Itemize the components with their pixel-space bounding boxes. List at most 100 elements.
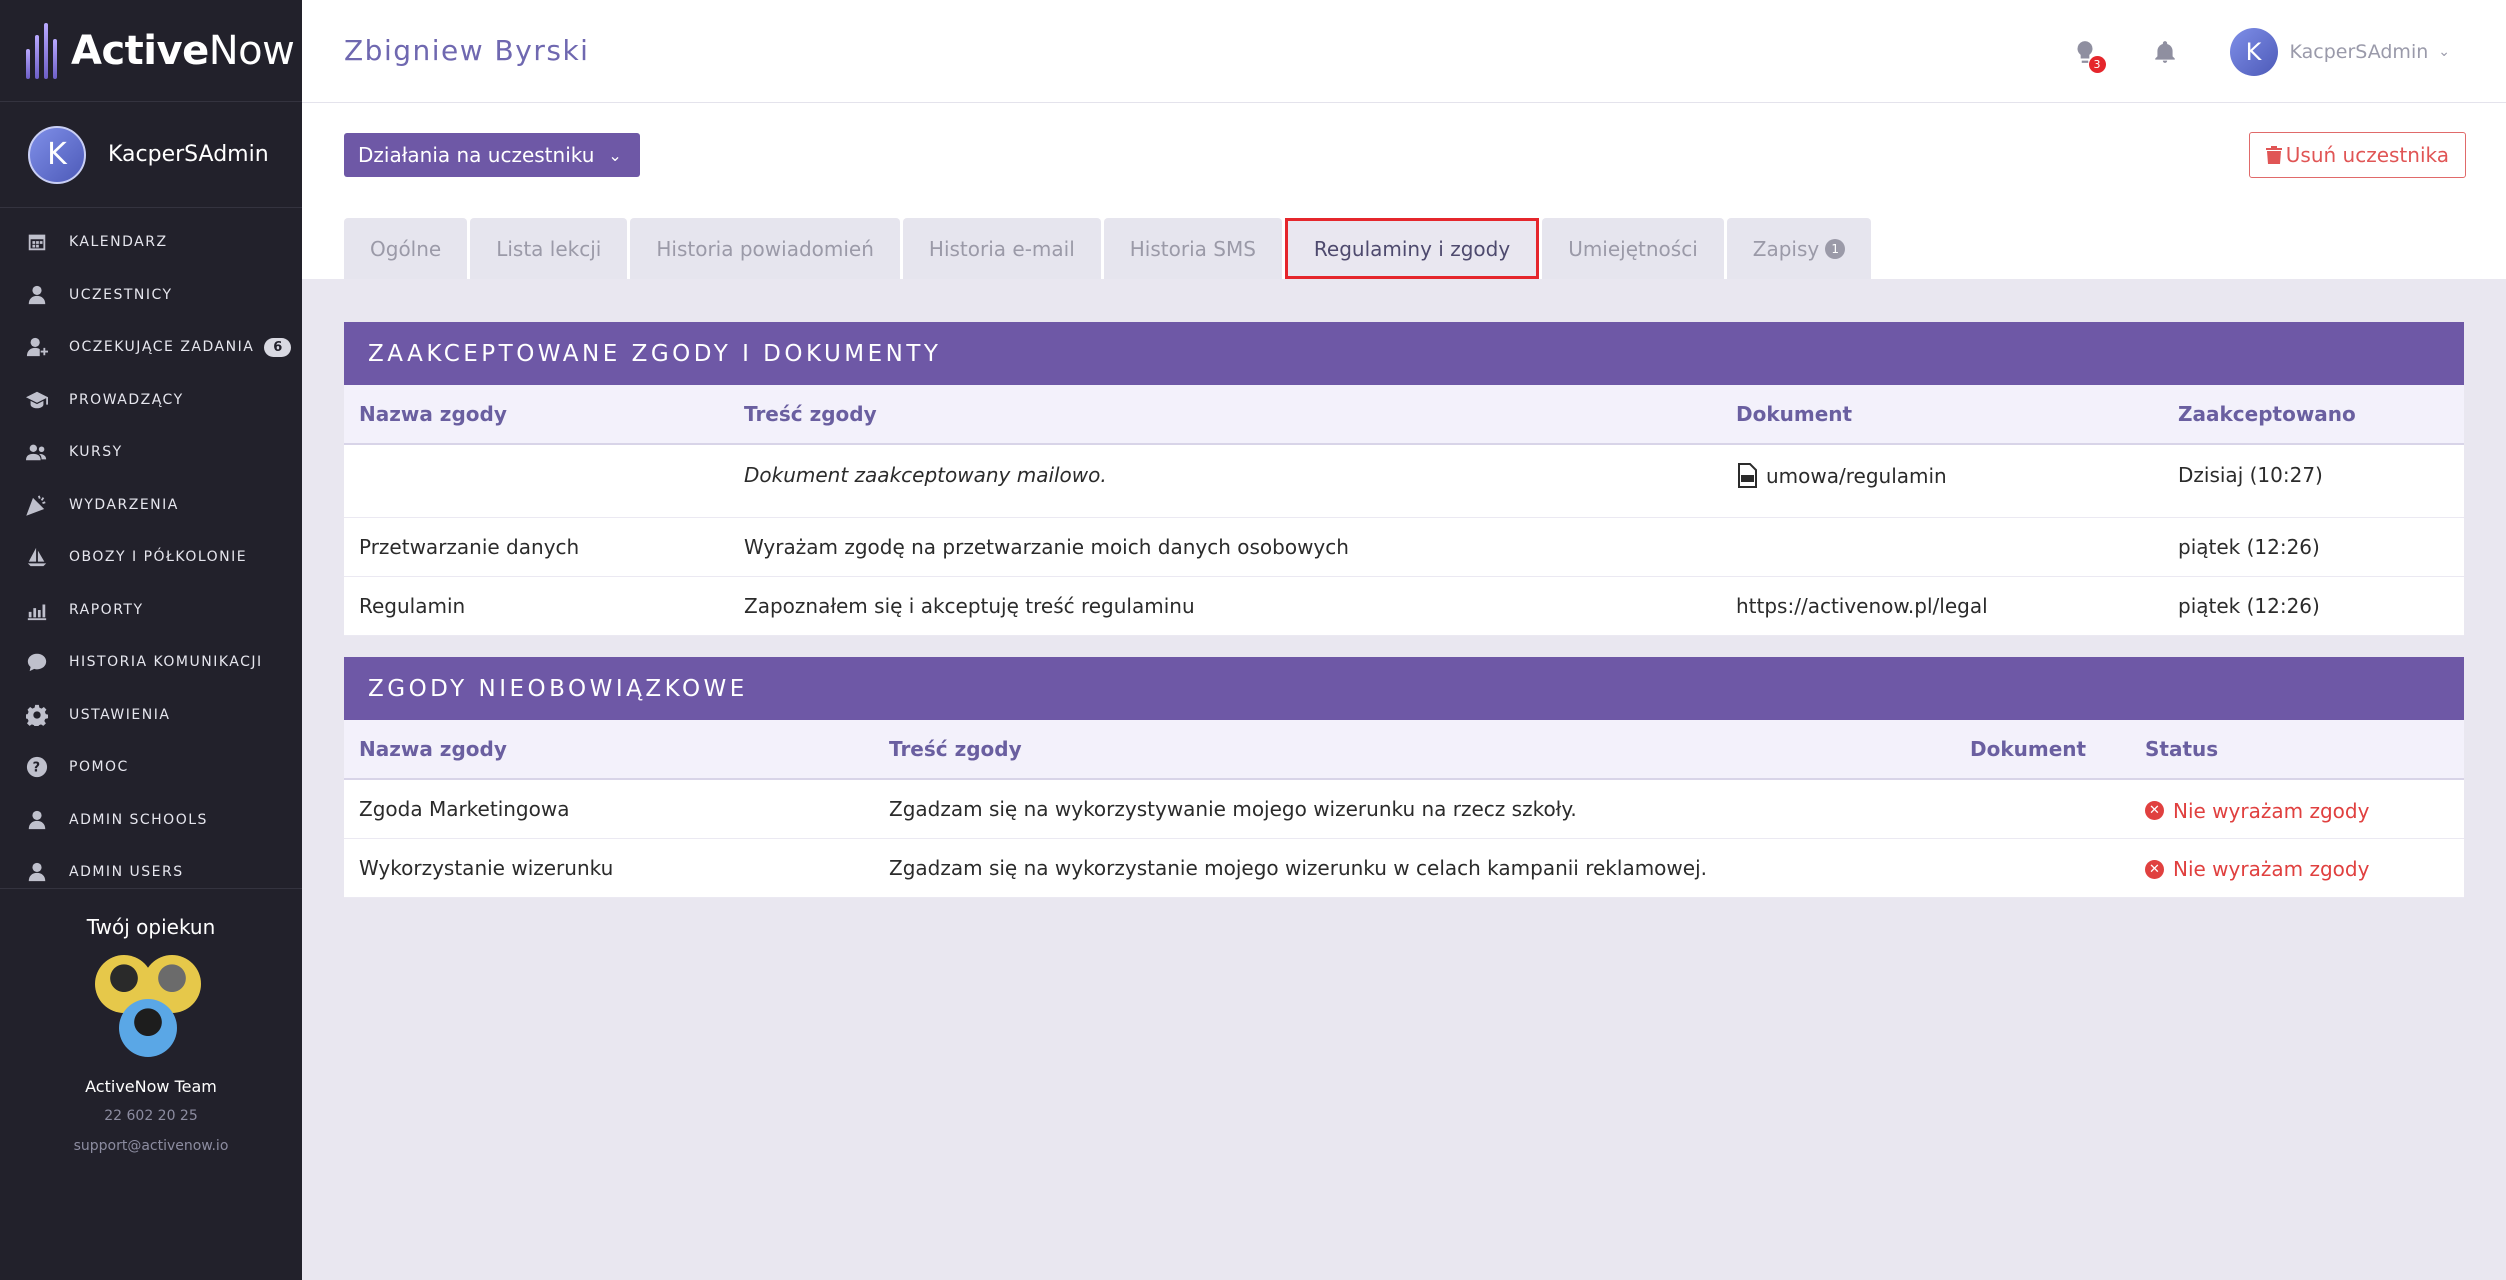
sidebar-item-label: Uczestnicy (69, 286, 173, 303)
consent-content: Dokument zaakceptowany mailowo. (729, 444, 1721, 518)
sidebar-item-label: Raporty (69, 601, 144, 618)
tab-ogolne[interactable]: Ogólne (344, 218, 468, 279)
trash-icon (2265, 146, 2282, 164)
sidebar-item-raporty[interactable]: Raporty (0, 584, 302, 637)
consent-name: Przetwarzanie danych (344, 517, 729, 577)
user-icon (26, 284, 48, 306)
topbar: Zbigniew Byrski 3 K KacperSAdmin ⌄ (302, 0, 2506, 103)
sidebar-item-wydarzenia[interactable]: Wydarzenia (0, 479, 302, 532)
caretaker-panel: Twój opiekun ActiveNow Team 22 602 20 25… (0, 888, 302, 1154)
accepted-date: Dzisiaj (10:27) (2163, 444, 2464, 518)
chevron-down-icon: ⌄ (2438, 43, 2450, 60)
pdf-file-icon (1738, 463, 1757, 488)
bar-chart-icon (26, 599, 48, 621)
sidebar-item-label: Ustawienia (69, 706, 171, 723)
chevron-down-icon: ⌄ (608, 145, 622, 165)
sidebar-item-obozy[interactable]: Obozy i półkolonie (0, 531, 302, 584)
pending-tasks-badge: 6 (264, 337, 292, 357)
brand-logo[interactable]: ActiveNow (0, 0, 302, 102)
bell-icon (2154, 40, 2175, 63)
sidebar-item-label: Obozy i półkolonie (69, 549, 248, 566)
sidebar-user-name: KacperSAdmin (108, 142, 269, 167)
sidebar-item-label: Prowadzący (69, 391, 184, 408)
caretaker-title: Twój opiekun (86, 915, 216, 939)
consent-document: umowa/regulamin (1721, 444, 2163, 518)
accepted-consents-table: Nazwa zgody Treść zgody Dokument Zaakcep… (344, 385, 2464, 636)
delete-participant-button[interactable]: Usuń uczestnika (2248, 132, 2466, 178)
consent-name: Zgoda Marketingowa (344, 779, 874, 839)
participant-actions-dropdown[interactable]: Działania na uczestniku ⌄ (344, 133, 640, 177)
consent-content: Wyrażam zgodę na przetwarzanie moich dan… (729, 517, 1721, 577)
calendar-icon (26, 231, 48, 253)
column-header: Nazwa zgody (344, 385, 729, 445)
consent-document-link[interactable]: https://activenow.pl/legal (1721, 576, 2163, 636)
table-row: Zgoda Marketingowa Zgadzam się na wykorz… (344, 779, 2464, 839)
brand-name: ActiveNow (71, 27, 295, 74)
chat-icon (26, 651, 48, 673)
accepted-date: piątek (12:26) (2163, 576, 2464, 636)
participant-actions-label: Działania na uczestniku (358, 143, 595, 167)
help-icon: ? (26, 756, 48, 778)
tab-historia-sms[interactable]: Historia SMS (1103, 218, 1282, 279)
sidebar-item-kalendarz[interactable]: Kalendarz (0, 216, 302, 269)
team-member-photo (119, 999, 177, 1057)
party-icon (26, 494, 48, 516)
sidebar-item-pomoc[interactable]: ? Pomoc (0, 741, 302, 794)
optional-consents-heading: Zgody nieobowiązkowe (344, 657, 2464, 720)
lightbulb-notifications-button[interactable]: 3 (2070, 37, 2106, 73)
column-header: Treść zgody (874, 720, 1955, 780)
column-header: Dokument (1721, 385, 2163, 445)
optional-consents-table: Nazwa zgody Treść zgody Dokument Status … (344, 720, 2464, 898)
participant-tabs: Ogólne Lista lekcji Historia powiadomień… (344, 218, 1874, 279)
consent-document (1721, 517, 2163, 577)
tab-zapisy[interactable]: Zapisy 1 (1726, 218, 1872, 279)
sidebar-item-label: Historia komunikacji (69, 654, 263, 671)
team-name: ActiveNow Team (85, 1077, 217, 1096)
sidebar-user[interactable]: K KacperSAdmin (0, 102, 302, 208)
column-header: Dokument (1955, 720, 2130, 780)
column-header: Treść zgody (729, 385, 1721, 445)
tab-label: Zapisy (1752, 236, 1820, 261)
sidebar-item-admin-schools[interactable]: Admin Schools (0, 794, 302, 847)
sidebar-item-historia-komunikacji[interactable]: Historia komunikacji (0, 636, 302, 689)
bell-button[interactable] (2150, 37, 2180, 67)
logo-icon (26, 22, 57, 79)
sidebar-item-label: Wydarzenia (69, 496, 179, 513)
team-phone[interactable]: 22 602 20 25 (0, 1108, 302, 1124)
accepted-consents-card: Zaakceptowane zgody i dokumenty Nazwa zg… (344, 322, 2464, 636)
column-header: Nazwa zgody (344, 720, 874, 780)
user-icon (26, 809, 48, 831)
sidebar-item-oczekujace-zadania[interactable]: Oczekujące zadania 6 (0, 321, 302, 374)
sidebar-item-label: Kalendarz (69, 234, 168, 251)
sidebar-item-prowadzacy[interactable]: Prowadzący (0, 374, 302, 427)
sidebar-item-label: Kursy (69, 444, 123, 461)
close-circle-icon: ✕ (2145, 801, 2164, 820)
sidebar-item-uczestnicy[interactable]: Uczestnicy (0, 269, 302, 322)
sidebar-item-kursy[interactable]: Kursy (0, 426, 302, 479)
svg-text:?: ? (33, 761, 42, 776)
sidebar-nav: Kalendarz Uczestnicy Oczekujące zadania … (0, 208, 302, 899)
avatar: K (28, 125, 86, 184)
tab-umiejetnosci[interactable]: Umiejętności (1542, 218, 1724, 279)
consent-status-toggle[interactable]: ✕ Nie wyrażam zgody (2145, 857, 2369, 881)
consent-content: Zgadzam się na wykorzystanie mojego wize… (874, 838, 1955, 898)
tab-regulaminy-i-zgody[interactable]: Regulaminy i zgody (1284, 218, 1540, 279)
consent-status-toggle[interactable]: ✕ Nie wyrażam zgody (2145, 799, 2369, 823)
column-header: Status (2130, 720, 2464, 780)
tab-historia-email[interactable]: Historia e-mail (902, 218, 1101, 279)
table-header-row: Nazwa zgody Treść zgody Dokument Zaakcep… (344, 385, 2464, 445)
gear-icon (26, 704, 48, 726)
tab-historia-powiadomien[interactable]: Historia powiadomień (630, 218, 900, 279)
optional-consents-card: Zgody nieobowiązkowe Nazwa zgody Treść z… (344, 657, 2464, 898)
sidebar-item-ustawienia[interactable]: Ustawienia (0, 689, 302, 742)
tab-lista-lekcji[interactable]: Lista lekcji (470, 218, 628, 279)
user-menu[interactable]: K KacperSAdmin ⌄ (2229, 27, 2450, 76)
graduation-cap-icon (26, 389, 48, 411)
action-bar: Działania na uczestniku ⌄ Usuń uczestnik… (302, 103, 2506, 279)
document-link[interactable]: umowa/regulamin (1736, 463, 1947, 489)
accepted-date: piątek (12:26) (2163, 517, 2464, 577)
table-row: Wykorzystanie wizerunku Zgadzam się na w… (344, 838, 2464, 898)
team-email[interactable]: support@activenow.io (0, 1138, 302, 1154)
consent-document (1955, 779, 2130, 839)
topbar-icons: 3 K KacperSAdmin ⌄ (2070, 0, 2506, 103)
